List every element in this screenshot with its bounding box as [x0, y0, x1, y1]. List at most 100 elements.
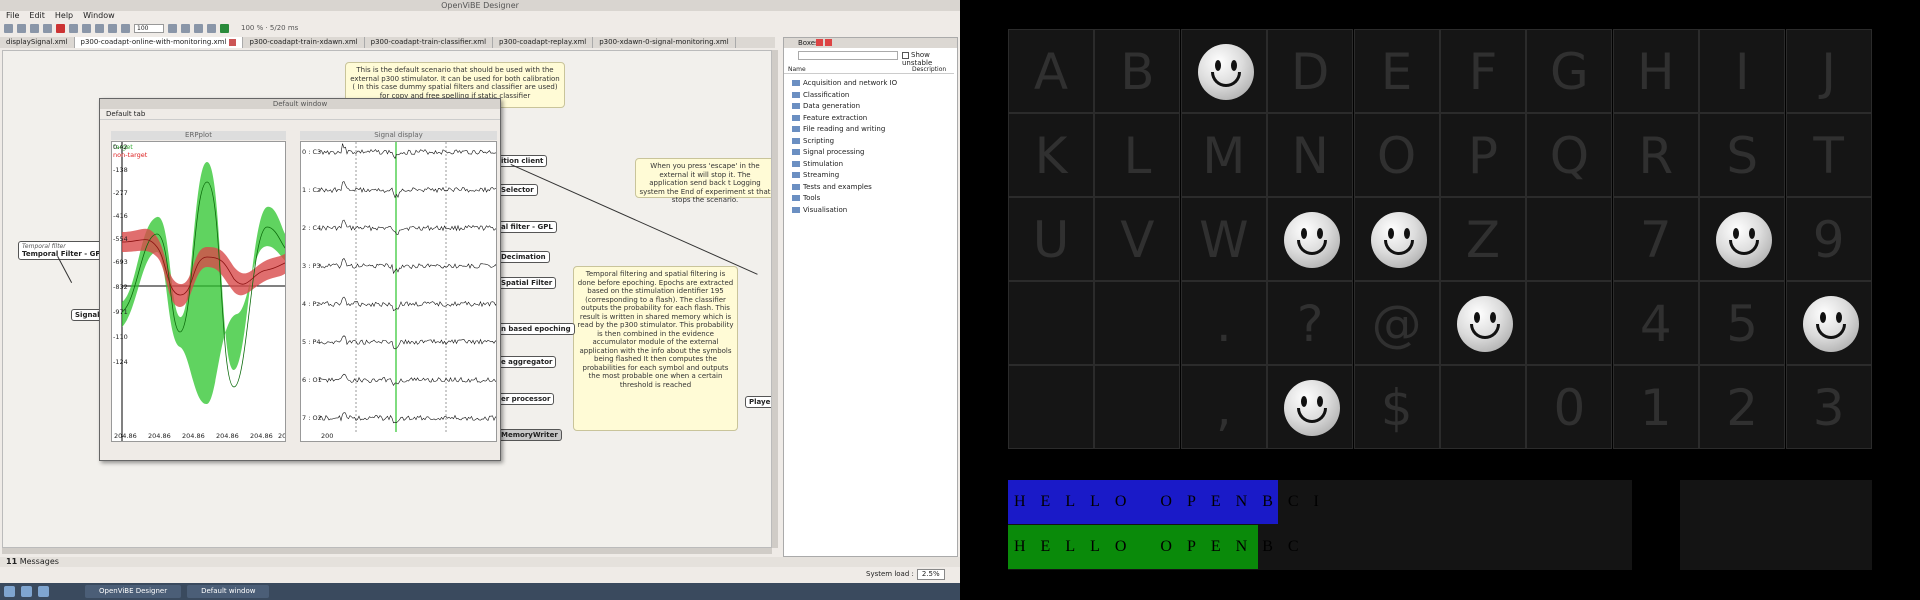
default-tab[interactable]: Default tab	[100, 109, 500, 120]
box-aggregator[interactable]: e aggregator	[498, 356, 557, 368]
save-icon[interactable]	[30, 23, 39, 33]
speller-cell: 2	[1699, 365, 1786, 449]
erp-ytick: -554	[113, 235, 128, 243]
undo-icon[interactable]	[69, 23, 78, 33]
box-category-item[interactable]: Visualisation	[787, 205, 847, 215]
folder-icon	[792, 160, 800, 167]
eeg-trace	[318, 258, 496, 275]
box-category-item[interactable]: Feature extraction	[787, 113, 867, 123]
speller-cell: 7	[1612, 197, 1699, 281]
tab-replay[interactable]: p300-coadapt-replay.xml	[493, 37, 594, 48]
box-tree-header: Name Description	[784, 65, 954, 74]
box-classifier-processor[interactable]: er processor	[498, 393, 555, 405]
tab-train-xdawn[interactable]: p300-coadapt-train-xdawn.xml	[243, 37, 365, 48]
box-panel-header: Boxes	[784, 38, 957, 48]
column-description[interactable]: Description	[912, 65, 946, 74]
box-player[interactable]: Player	[745, 396, 771, 408]
openvibe-designer-window: OpenViBE Designer File Edit Help Window …	[0, 0, 960, 600]
speller-cell: B	[1094, 29, 1181, 113]
zoom-out-icon[interactable]	[121, 23, 130, 33]
copy-icon[interactable]	[95, 23, 104, 33]
speller-cell: K	[1008, 113, 1094, 197]
box-epoching[interactable]: n based epoching	[498, 323, 575, 335]
tab-signal-monitoring[interactable]: p300-xdawn-0-signal-monitoring.xml	[593, 37, 736, 48]
close-panel-icon[interactable]	[825, 39, 832, 46]
box-temporal-filter[interactable]: Temporal filter Temporal Filter - GPL	[18, 241, 109, 260]
show-unstable-checkbox[interactable]	[902, 51, 909, 59]
smiley-icon	[1716, 212, 1773, 268]
signal-display-title: Signal display	[300, 131, 497, 140]
zoom-field[interactable]: 100	[134, 23, 164, 33]
close-scenario-icon[interactable]	[56, 23, 65, 33]
fast-forward-icon[interactable]	[207, 23, 216, 33]
task-default-window[interactable]: Default window	[187, 585, 270, 598]
close-tab-icon[interactable]	[229, 38, 237, 46]
menu-window[interactable]: Window	[83, 11, 115, 21]
play-icon[interactable]	[194, 23, 203, 33]
tab-online-with-monitoring[interactable]: p300-coadapt-online-with-monitoring.xml	[74, 37, 244, 48]
folder-icon	[792, 149, 800, 155]
paste-icon[interactable]	[108, 23, 117, 33]
box-category-item[interactable]: Tools	[787, 193, 820, 203]
menu-edit[interactable]: Edit	[29, 11, 45, 21]
file-manager-icon[interactable]	[21, 586, 32, 597]
signal-display-canvas	[318, 142, 496, 432]
box-category-item[interactable]: Classification	[787, 90, 849, 100]
box-category-item[interactable]: Signal processing	[787, 147, 864, 157]
canvas-vertical-scrollbar[interactable]	[772, 50, 778, 548]
erp-xtick: 204.86	[114, 432, 137, 440]
folder-icon	[792, 91, 800, 98]
box-category-label: File reading and writing	[803, 125, 886, 133]
box-category-label: Visualisation	[803, 205, 848, 214]
erp-ytick: -277	[113, 189, 128, 197]
box-category-item[interactable]: Acquisition and network IO	[787, 78, 897, 88]
app-launcher-icon[interactable]	[4, 586, 15, 597]
erp-ytick: -693	[113, 258, 128, 266]
speller-cell: 3	[1785, 365, 1872, 449]
messages-bar[interactable]: 11 Messages	[0, 557, 960, 567]
detach-panel-icon[interactable]	[816, 39, 823, 46]
box-acquisition-client[interactable]: ition client	[498, 155, 548, 167]
canvas-horizontal-scrollbar[interactable]	[2, 548, 772, 554]
menu-file[interactable]: File	[6, 11, 19, 21]
box-decimation[interactable]: Decimation	[498, 251, 550, 263]
open-file-icon[interactable]	[17, 23, 26, 33]
box-category-item[interactable]: Streaming	[787, 170, 839, 180]
save-as-icon[interactable]	[43, 23, 52, 33]
tab-display-signal[interactable]: displaySignal.xml	[0, 37, 75, 48]
box-temporal-filter-gpl[interactable]: al filter - GPL	[498, 221, 557, 233]
speller-cell: E	[1353, 29, 1440, 113]
box-category-item[interactable]: Data generation	[787, 101, 860, 111]
terminal-icon[interactable]	[38, 586, 49, 597]
box-category-item[interactable]: Stimulation	[787, 159, 843, 169]
speller-cell	[1699, 197, 1786, 281]
box-category-label: Tools	[803, 194, 821, 202]
task-openvibe-designer[interactable]: OpenViBE Designer	[85, 585, 182, 598]
menu-help[interactable]: Help	[55, 11, 73, 21]
redo-icon[interactable]	[82, 23, 91, 33]
erp-ytick: 0.42	[113, 143, 128, 151]
speller-cell	[1008, 365, 1094, 449]
box-spatial-filter[interactable]: Spatial Filter	[498, 277, 557, 289]
box-category-item[interactable]: File reading and writing	[787, 124, 885, 134]
step-icon[interactable]	[181, 23, 190, 33]
box-search-input[interactable]	[798, 51, 898, 60]
speller-cell	[1440, 365, 1526, 449]
box-category-label: Classification	[803, 90, 850, 99]
box-category-item[interactable]: Tests and examples	[787, 182, 872, 192]
signal-display: 0 : C3 1 : Cz 2 : C4 3 : P3 4 : Pz 5 : P…	[300, 141, 497, 442]
stop-icon[interactable]	[168, 23, 177, 33]
eeg-trace	[318, 296, 496, 312]
box-memory-writer[interactable]: MemoryWriter	[498, 429, 562, 441]
new-file-icon[interactable]	[4, 23, 13, 33]
legend-nontarget: non-target	[113, 151, 148, 159]
box-category-item[interactable]: Scripting	[787, 136, 834, 146]
tab-train-classifier[interactable]: p300-coadapt-train-classifier.xml	[365, 37, 494, 48]
speller-cell	[1094, 365, 1181, 449]
channel-label: 4 : Pz	[302, 300, 320, 308]
spelled-text: HELLO OPENBC	[1008, 525, 1299, 569]
column-name[interactable]: Name	[788, 65, 806, 74]
box-channel-selector[interactable]: Selector	[498, 184, 538, 196]
eeg-trace	[318, 373, 496, 387]
refresh-icon[interactable]	[220, 23, 229, 33]
